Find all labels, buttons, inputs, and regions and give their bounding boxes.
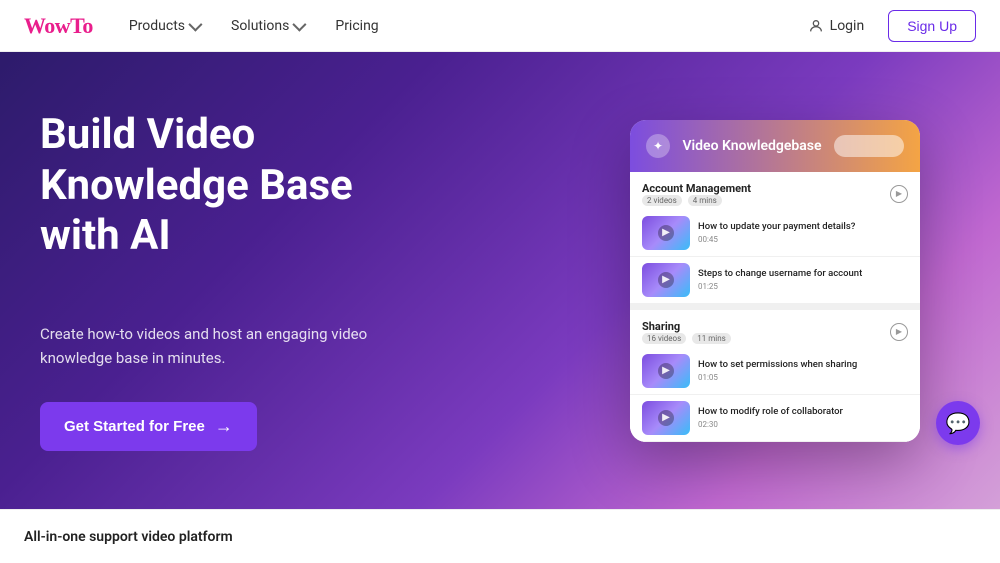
section-play-icon-2[interactable]: ▶ <box>890 323 908 341</box>
mockup-logo-icon: ✦ <box>646 134 670 158</box>
video-item: How to modify role of collaborator 02:30 <box>630 395 920 442</box>
chat-bubble-button[interactable]: 💬 <box>936 401 980 445</box>
chevron-down-icon <box>293 17 307 31</box>
section-title-2: Sharing <box>642 320 731 333</box>
hero-section: Build Video Knowledge Base with AI Creat… <box>0 52 1000 509</box>
video-info: How to update your payment details? 00:4… <box>698 221 855 244</box>
mockup-header: ✦ Video Knowledgebase <box>630 120 920 172</box>
nav-pricing[interactable]: Pricing <box>323 10 390 42</box>
hero-content: Build Video Knowledge Base with AI Creat… <box>0 110 480 450</box>
mockup-body: Account Management 2 videos 4 mins ▶ How… <box>630 172 920 442</box>
hero-subtitle: Create how-to videos and host an engagin… <box>40 322 440 370</box>
section-header-1: Account Management 2 videos 4 mins ▶ <box>630 172 920 210</box>
video-info: How to modify role of collaborator 02:30 <box>698 406 843 429</box>
nav-products[interactable]: Products <box>117 10 211 42</box>
section-badge-videos-1: 2 videos <box>642 195 682 206</box>
signup-button[interactable]: Sign Up <box>888 10 976 42</box>
hero-mockup: ✦ Video Knowledgebase Account Management… <box>630 120 920 442</box>
mockup-search-bar <box>834 135 904 157</box>
video-duration: 00:45 <box>698 235 855 244</box>
video-title: Steps to change username for account <box>698 268 862 280</box>
cta-arrow-icon: → <box>215 416 233 437</box>
video-title: How to modify role of collaborator <box>698 406 843 418</box>
cta-button[interactable]: Get Started for Free → <box>40 402 257 451</box>
video-thumbnail <box>642 216 690 250</box>
brand-logo[interactable]: WowTo <box>24 13 93 39</box>
section-badge-videos-2: 16 videos <box>642 333 686 344</box>
section-meta-1: 2 videos 4 mins <box>642 195 751 206</box>
video-thumbnail <box>642 354 690 388</box>
login-button[interactable]: Login <box>796 10 877 42</box>
user-icon <box>808 18 824 34</box>
video-item: How to update your payment details? 00:4… <box>630 210 920 257</box>
section-play-icon-1[interactable]: ▶ <box>890 185 908 203</box>
video-thumbnail <box>642 401 690 435</box>
chat-icon: 💬 <box>946 411 971 435</box>
bottom-bar: All-in-one support video platform <box>0 509 1000 563</box>
section-header-2: Sharing 16 videos 11 mins ▶ <box>630 310 920 348</box>
nav-left: WowTo Products Solutions Pricing <box>24 10 391 42</box>
nav-solutions[interactable]: Solutions <box>219 10 315 42</box>
video-info: Steps to change username for account 01:… <box>698 268 862 291</box>
mockup-title: Video Knowledgebase <box>682 138 821 154</box>
section-title-1: Account Management <box>642 182 751 195</box>
section-badge-time-2: 11 mins <box>692 333 730 344</box>
video-duration: 02:30 <box>698 420 843 429</box>
section-badge-time-1: 4 mins <box>688 195 722 206</box>
video-item: How to set permissions when sharing 01:0… <box>630 348 920 395</box>
video-thumbnail <box>642 263 690 297</box>
hero-title: Build Video Knowledge Base with AI <box>40 110 440 261</box>
video-item: Steps to change username for account 01:… <box>630 257 920 304</box>
video-duration: 01:05 <box>698 373 857 382</box>
navbar: WowTo Products Solutions Pricing Login S… <box>0 0 1000 52</box>
nav-links: Products Solutions Pricing <box>117 10 391 42</box>
bottom-tagline: All-in-one support video platform <box>24 529 233 545</box>
section-meta-2: 16 videos 11 mins <box>642 333 731 344</box>
video-title: How to update your payment details? <box>698 221 855 233</box>
video-title: How to set permissions when sharing <box>698 359 857 371</box>
chevron-down-icon <box>188 17 202 31</box>
cta-label: Get Started for Free <box>64 418 205 435</box>
video-info: How to set permissions when sharing 01:0… <box>698 359 857 382</box>
video-duration: 01:25 <box>698 282 862 291</box>
nav-right: Login Sign Up <box>796 10 976 42</box>
